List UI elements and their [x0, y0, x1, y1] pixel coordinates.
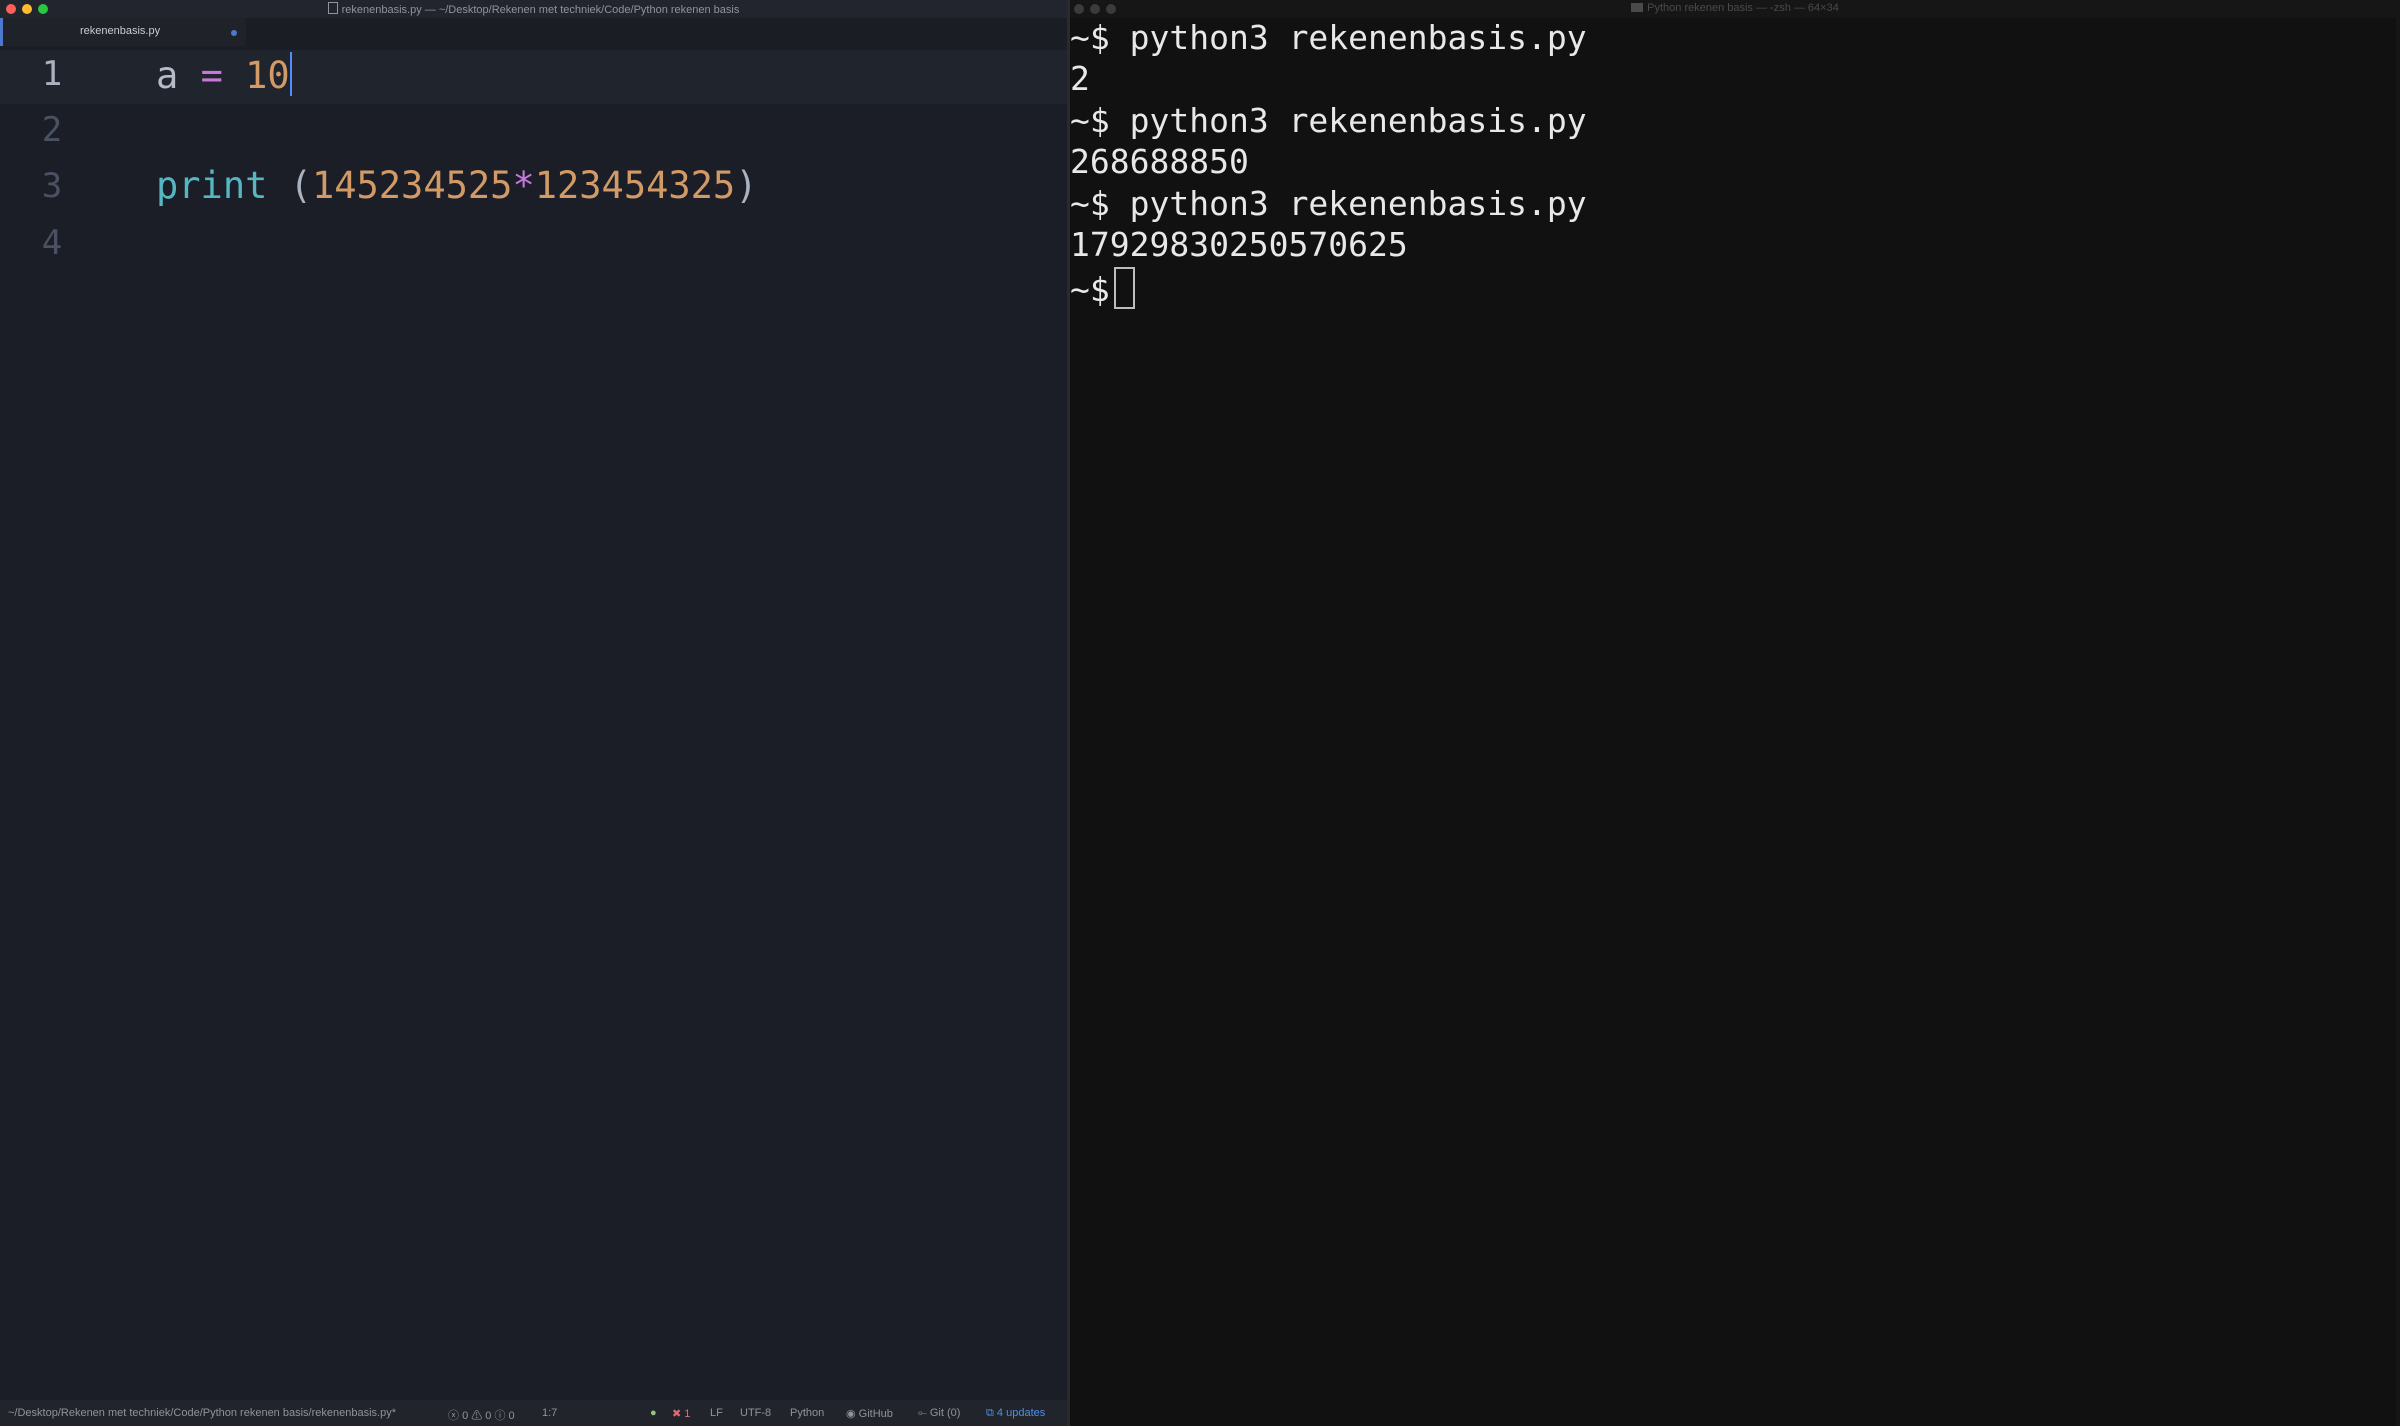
- code-editor[interactable]: rekenenbasis.py — ~/Desktop/Rekenen met …: [0, 0, 1067, 1426]
- folder-icon: [1631, 3, 1644, 12]
- line-ending[interactable]: LF: [710, 1407, 723, 1419]
- line-number[interactable]: 4: [22, 223, 82, 263]
- prompt: ~$: [1070, 270, 1110, 309]
- status-dot-icon: ●: [650, 1407, 657, 1419]
- operator-token: =: [200, 54, 223, 97]
- paren-token: (: [289, 164, 312, 207]
- number-token: 123454325: [534, 164, 736, 207]
- tab-rekenenbasis[interactable]: rekenenbasis.py: [0, 18, 246, 46]
- code-line-1[interactable]: a = 10: [156, 52, 292, 97]
- terminal-line: ~$ python3 rekenenbasis.py: [1070, 101, 1587, 140]
- terminal-cursor: [1113, 267, 1135, 309]
- github-button[interactable]: ◉ GitHub: [846, 1407, 893, 1420]
- prompt: ~$: [1070, 184, 1110, 223]
- command-text: python3 rekenenbasis.py: [1129, 101, 1587, 140]
- paren-token: ): [735, 164, 758, 207]
- line-number[interactable]: 1: [22, 54, 82, 94]
- line-number[interactable]: 2: [22, 110, 82, 150]
- grammar-selector[interactable]: Python: [790, 1407, 824, 1419]
- terminal-scrollbar[interactable]: [2396, 0, 2400, 1426]
- command-text: python3 rekenenbasis.py: [1129, 184, 1587, 223]
- terminal-line: ~$ python3 rekenenbasis.py: [1070, 18, 1587, 57]
- git-button[interactable]: ⟜ Git (0): [918, 1407, 960, 1420]
- cursor-position[interactable]: 1:7: [542, 1407, 557, 1419]
- error-badge[interactable]: ✖ 1: [672, 1407, 690, 1420]
- terminal-window[interactable]: Python rekenen basis — -zsh — 64×34 ~$ p…: [1070, 0, 2400, 1426]
- output-text: 2: [1070, 59, 1090, 98]
- error-circle-icon: ⓧ: [448, 1410, 463, 1422]
- text-cursor: [289, 52, 292, 96]
- file-encoding[interactable]: UTF-8: [740, 1407, 771, 1419]
- output-text: 17929830250570625: [1070, 225, 1408, 264]
- terminal-output: 17929830250570625: [1070, 225, 1408, 264]
- active-tab-indicator: [0, 18, 3, 46]
- number-token: 145234525: [311, 164, 513, 207]
- editor-titlebar: rekenenbasis.py — ~/Desktop/Rekenen met …: [0, 0, 1067, 18]
- prompt: ~$: [1070, 101, 1110, 140]
- bug-icon: ✖: [672, 1408, 685, 1420]
- git-branch-icon: ⟜: [918, 1407, 930, 1419]
- prompt: ~$: [1070, 18, 1110, 57]
- editor-window-title: rekenenbasis.py — ~/Desktop/Rekenen met …: [0, 2, 1067, 16]
- editor-tabbar: rekenenbasis.py: [0, 18, 1067, 46]
- updates-button[interactable]: ⧉ 4 updates: [986, 1407, 1045, 1420]
- output-text: 268688850: [1070, 142, 1249, 181]
- editor-statusbar: ~/Desktop/Rekenen met techniek/Code/Pyth…: [0, 1400, 1067, 1426]
- github-icon: ◉: [846, 1408, 859, 1420]
- line-number[interactable]: 3: [22, 166, 82, 206]
- unsaved-dot-icon[interactable]: [231, 30, 237, 36]
- terminal-line: ~$ python3 rekenenbasis.py: [1070, 184, 1587, 223]
- variable-token: a: [156, 54, 179, 97]
- code-line-3[interactable]: print (145234525*123454325): [156, 164, 757, 207]
- tab-label: rekenenbasis.py: [80, 25, 161, 37]
- operator-token: *: [512, 164, 535, 207]
- number-token: 10: [245, 54, 290, 97]
- function-token: print: [156, 164, 268, 207]
- command-text: python3 rekenenbasis.py: [1129, 18, 1587, 57]
- package-icon: ⧉: [986, 1407, 997, 1419]
- terminal-output: 268688850: [1070, 142, 1249, 181]
- terminal-titlebar: Python rekenen basis — -zsh — 64×34: [1070, 0, 2400, 18]
- terminal-input-line[interactable]: ~$: [1070, 267, 1135, 309]
- file-icon: [327, 2, 338, 14]
- terminal-window-title: Python rekenen basis — -zsh — 64×34: [1070, 2, 2400, 14]
- diagnostics-count[interactable]: ⓧ 0 ⚠ 0 ⓘ 0: [448, 1407, 515, 1423]
- file-path[interactable]: ~/Desktop/Rekenen met techniek/Code/Pyth…: [8, 1407, 396, 1419]
- terminal-output: 2: [1070, 59, 1090, 98]
